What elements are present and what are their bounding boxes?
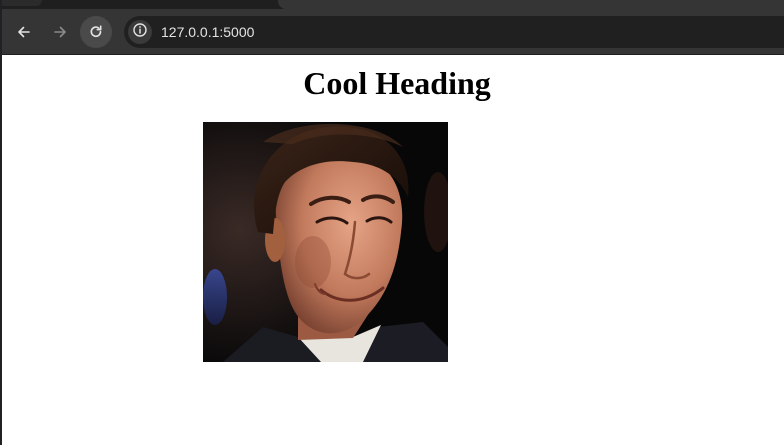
site-info-button[interactable] — [128, 20, 152, 44]
browser-window: 127.0.0.1:5000 Cool Heading — [0, 0, 784, 445]
forward-button[interactable] — [44, 16, 76, 48]
arrow-left-icon — [16, 24, 32, 40]
page-heading: Cool Heading — [303, 65, 491, 101]
reload-icon — [88, 24, 104, 40]
portrait-photo — [203, 122, 448, 362]
reload-button[interactable] — [80, 16, 112, 48]
tab-strip — [2, 0, 784, 9]
back-button[interactable] — [8, 16, 40, 48]
address-bar[interactable]: 127.0.0.1:5000 — [124, 16, 784, 48]
browser-toolbar: 127.0.0.1:5000 — [2, 9, 784, 55]
page-content: Cool Heading — [2, 55, 784, 445]
info-icon — [132, 22, 148, 43]
tab-strip-edge — [278, 0, 784, 9]
tab-strip-left-tab[interactable] — [2, 0, 42, 6]
url-text[interactable]: 127.0.0.1:5000 — [161, 16, 254, 48]
arrow-right-icon — [52, 24, 68, 40]
